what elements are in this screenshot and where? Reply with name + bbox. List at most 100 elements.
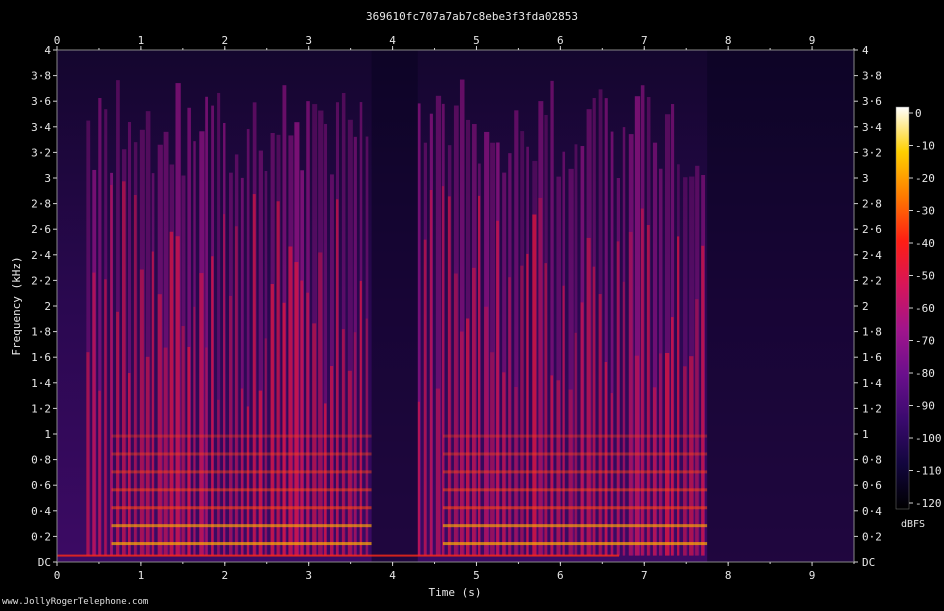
- spectrogram-chart: 369610fc707a7ab7c8ebe3f3fda02853 0 1 2 3 4 5 6…: [10, 10, 942, 599]
- y-tick-label: 3·4: [31, 121, 51, 134]
- energy-column-strong: [234, 226, 238, 556]
- energy-column-strong: [306, 292, 310, 556]
- energy-column-strong: [199, 273, 204, 556]
- harmonic-band: [111, 452, 372, 456]
- y-axis-label: Frequency (kHz): [10, 256, 23, 355]
- energy-column-strong: [98, 390, 101, 556]
- y-tick-label-right: 3·2: [862, 146, 882, 159]
- energy-column-strong: [526, 253, 529, 556]
- energy-bands: [57, 50, 854, 562]
- x-tick-label-top: 3: [305, 34, 312, 47]
- y-tick-label-right: 3·6: [862, 95, 882, 108]
- chart-title: 369610fc707a7ab7c8ebe3f3fda02853: [366, 10, 578, 23]
- y-tick-label: 2: [44, 300, 51, 313]
- energy-column-strong: [646, 225, 650, 556]
- energy-column-strong: [598, 294, 602, 556]
- y-tick-label: 3·2: [31, 146, 51, 159]
- energy-column-strong: [104, 279, 107, 556]
- colorbar: 0 -10 -20 -30 -40 -50 -60 -70 -80 -90 -100 -110 -120…: [895, 106, 942, 530]
- x-tick-label-top: 6: [557, 34, 564, 47]
- x-tick-label: 8: [725, 569, 732, 582]
- y-tick-label: 2·4: [31, 249, 51, 262]
- y-tick-label-right: 2·8: [862, 198, 882, 211]
- spectrogram-plot: [56, 49, 855, 563]
- dc-hum-line: [57, 554, 620, 557]
- x-axis-top: 0 1 2 3 4 5 6 7 8 9: [54, 34, 855, 50]
- energy-column-strong: [139, 269, 144, 556]
- x-tick-label-top: 2: [221, 34, 228, 47]
- energy-column-strong: [270, 284, 274, 556]
- colorbar-tick-label: -40: [915, 237, 935, 250]
- energy-column-strong: [193, 306, 196, 556]
- energy-column-strong: [496, 220, 499, 556]
- colorbar-tick-label: -120: [915, 497, 942, 510]
- x-tick-label-top: 4: [389, 34, 396, 47]
- harmonic-band: [111, 434, 372, 438]
- y-tick-label: 0·6: [31, 479, 51, 492]
- energy-column-strong: [435, 388, 441, 556]
- y-tick-label: 0·8: [31, 454, 51, 467]
- harmonic-band: [442, 506, 708, 510]
- x-tick-label: 2: [221, 569, 228, 582]
- energy-column-strong: [502, 372, 506, 556]
- energy-column-strong: [423, 239, 427, 556]
- y-tick-label-right: 0·2: [862, 530, 882, 543]
- energy-column-strong: [294, 262, 299, 556]
- energy-column-strong: [211, 256, 214, 556]
- harmonic-band: [111, 542, 372, 546]
- energy-column-strong: [252, 194, 256, 556]
- colorbar-tick-label: -70: [915, 335, 935, 348]
- y-tick-label: 2·2: [31, 274, 51, 287]
- x-tick-label: 6: [557, 569, 564, 582]
- x-tick-label-top: 7: [641, 34, 648, 47]
- energy-column-strong: [151, 251, 154, 556]
- harmonic-band: [442, 452, 708, 456]
- y-tick-label-right: 0·6: [862, 479, 882, 492]
- energy-column-strong: [282, 302, 286, 556]
- y-tick-label-right: 2: [862, 300, 869, 313]
- energy-column-strong: [640, 208, 644, 556]
- colorbar-tick-label: -60: [915, 302, 935, 315]
- y-tick-label-right: 1·8: [862, 326, 882, 339]
- y-tick-label: 1·2: [31, 402, 51, 415]
- energy-column-strong: [459, 331, 464, 556]
- energy-column-strong: [562, 285, 565, 556]
- colorbar-gradient: [895, 106, 910, 510]
- colorbar-tick-label: -50: [915, 270, 935, 283]
- y-tick-label-right: 4: [862, 44, 869, 57]
- y-tick-label: 1·6: [31, 351, 51, 364]
- energy-column-strong: [592, 266, 596, 556]
- energy-column-strong: [276, 201, 280, 556]
- energy-column-strong: [133, 194, 137, 556]
- energy-column-strong: [92, 272, 96, 556]
- colorbar-tick-label: -20: [915, 172, 935, 185]
- energy-column-strong: [610, 393, 613, 556]
- energy-column-strong: [484, 306, 489, 556]
- colorbar-tick-label: 0: [915, 107, 922, 120]
- harmonic-band: [442, 470, 708, 474]
- silence-region: [371, 50, 418, 562]
- colorbar-tick-label: -110: [915, 465, 942, 478]
- energy-column-strong: [441, 186, 445, 556]
- harmonic-band: [442, 542, 708, 546]
- y-tick-label-right: 2·4: [862, 249, 882, 262]
- y-tick-label-right: 1·4: [862, 377, 882, 390]
- energy-column-strong: [683, 366, 687, 556]
- harmonic-band: [111, 506, 372, 510]
- colorbar-tick-label: -80: [915, 367, 935, 380]
- x-tick-label: 7: [641, 569, 648, 582]
- y-tick-label: 1·4: [31, 377, 51, 390]
- y-tick-label: 3·6: [31, 95, 51, 108]
- energy-column-strong: [538, 197, 543, 556]
- energy-column-strong: [472, 267, 476, 556]
- energy-column-strong: [695, 299, 699, 556]
- energy-column-strong: [550, 375, 554, 556]
- energy-column-strong: [429, 189, 433, 556]
- energy-column-strong: [127, 373, 131, 556]
- energy-column-strong: [300, 280, 304, 556]
- energy-column-strong: [556, 380, 561, 556]
- energy-column-strong: [544, 263, 548, 556]
- energy-column-strong: [417, 401, 420, 556]
- energy-column-strong: [478, 195, 481, 556]
- energy-column-strong: [347, 370, 352, 556]
